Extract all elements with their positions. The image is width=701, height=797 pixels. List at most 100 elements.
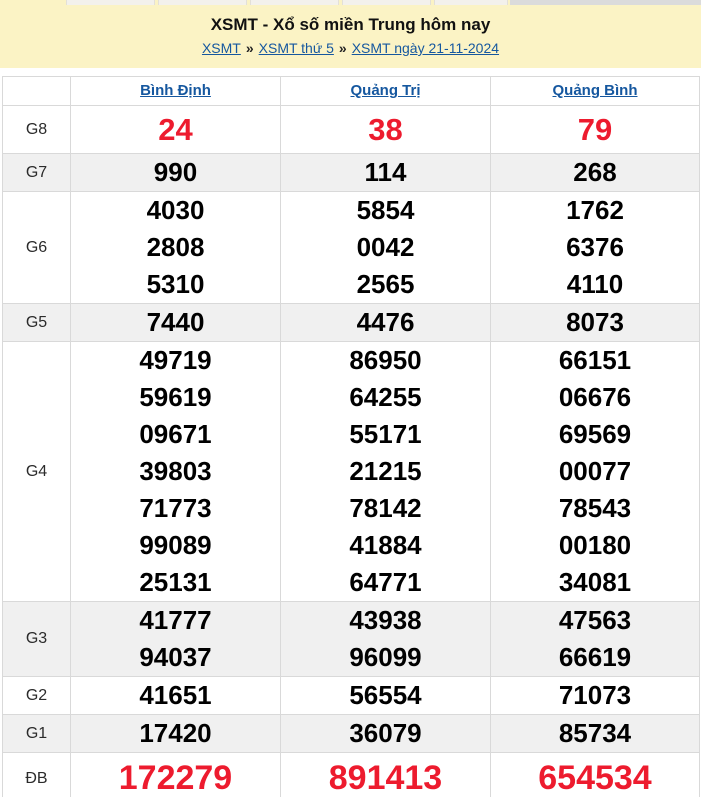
- prize-number: 64771: [281, 564, 490, 601]
- prize-label: G3: [3, 602, 71, 677]
- breadcrumb-link-xsmt[interactable]: XSMT: [202, 40, 241, 56]
- prize-cell: 172279: [71, 753, 281, 797]
- tab-sliver: [158, 0, 247, 5]
- prize-cell: 268: [491, 154, 700, 192]
- province-link[interactable]: Quảng Trị: [350, 82, 420, 99]
- prize-number: 00180: [491, 527, 699, 564]
- prize-number: 7440: [71, 304, 280, 341]
- prize-number: 2565: [281, 266, 490, 303]
- prize-number: 41651: [71, 677, 280, 714]
- prize-row-ĐB: ĐB172279891413654534: [3, 753, 700, 797]
- prize-cell: 891413: [281, 753, 491, 797]
- tab-sliver: [66, 0, 155, 5]
- tab-sliver: [342, 0, 431, 5]
- breadcrumb-link-xsmt-date[interactable]: XSMT ngày 21-11-2024: [352, 40, 499, 56]
- prize-cell: 403028085310: [71, 192, 281, 304]
- prize-cell: 66151066766956900077785430018034081: [491, 342, 700, 602]
- tab-sliver: [250, 0, 339, 5]
- prize-number: 268: [491, 154, 699, 191]
- prize-cell: 4476: [281, 304, 491, 342]
- top-tabs-strip: [0, 0, 701, 5]
- prize-row-G7: G7990114268: [3, 154, 700, 192]
- prize-number: 114: [281, 154, 490, 191]
- prize-cell: 654534: [491, 753, 700, 797]
- prize-number: 4030: [71, 192, 280, 229]
- prize-number: 96099: [281, 639, 490, 676]
- results-table: Bình ĐịnhQuảng TrịQuảng Bình G8243879G79…: [2, 76, 700, 797]
- prize-row-G2: G2416515655471073: [3, 677, 700, 715]
- prize-number: 24: [71, 106, 280, 153]
- prize-number: 66619: [491, 639, 699, 676]
- prize-cell: 79: [491, 106, 700, 154]
- prize-cell: 990: [71, 154, 281, 192]
- prize-cell: 38: [281, 106, 491, 154]
- prize-number: 85734: [491, 715, 699, 752]
- prize-number: 06676: [491, 379, 699, 416]
- prize-number: 1762: [491, 192, 699, 229]
- page-header: XSMT - Xổ số miền Trung hôm nay XSMT » XSM…: [0, 5, 701, 68]
- tab-sliver: [434, 0, 508, 5]
- breadcrumb-link-xsmt-thu-5[interactable]: XSMT thứ 5: [259, 40, 334, 56]
- breadcrumb-separator: »: [339, 40, 347, 56]
- prize-cell: 176263764110: [491, 192, 700, 304]
- prize-label: G2: [3, 677, 71, 715]
- prize-number: 0042: [281, 229, 490, 266]
- prize-number: 654534: [491, 753, 699, 797]
- prize-number: 55171: [281, 416, 490, 453]
- prize-cell: 36079: [281, 715, 491, 753]
- prize-number: 8073: [491, 304, 699, 341]
- prize-number: 49719: [71, 342, 280, 379]
- results-table-head: Bình Định Quảng Trị Quảng Bình: [3, 77, 700, 106]
- prize-number: 64255: [281, 379, 490, 416]
- prize-cell: 585400422565: [281, 192, 491, 304]
- province-header-cell: Quảng Bình: [491, 77, 700, 106]
- prize-row-G4: G449719596190967139803717739908925131869…: [3, 342, 700, 602]
- breadcrumb: XSMT»XSMT thứ 5»XSMT ngày 21-11-2024: [0, 39, 701, 57]
- prize-cell: 85734: [491, 715, 700, 753]
- prize-number: 69569: [491, 416, 699, 453]
- prize-label: G5: [3, 304, 71, 342]
- prize-cell: 24: [71, 106, 281, 154]
- tab-strip-end: [510, 0, 701, 5]
- prize-cell: 4177794037: [71, 602, 281, 677]
- prize-label: G4: [3, 342, 71, 602]
- prize-number: 5854: [281, 192, 490, 229]
- prize-cell: 41651: [71, 677, 281, 715]
- prize-number: 78142: [281, 490, 490, 527]
- corner-cell: [3, 77, 71, 106]
- prize-label: G6: [3, 192, 71, 304]
- prize-number: 71073: [491, 677, 699, 714]
- page-title: XSMT - Xổ số miền Trung hôm nay: [0, 14, 701, 36]
- prize-number: 4110: [491, 266, 699, 303]
- prize-number: 21215: [281, 453, 490, 490]
- prize-number: 41777: [71, 602, 280, 639]
- province-header-cell: Quảng Trị: [281, 77, 491, 106]
- prize-number: 09671: [71, 416, 280, 453]
- prize-number: 59619: [71, 379, 280, 416]
- prize-cell: 86950642555517121215781424188464771: [281, 342, 491, 602]
- prize-number: 00077: [491, 453, 699, 490]
- prize-number: 891413: [281, 753, 490, 797]
- province-link[interactable]: Quảng Bình: [553, 82, 638, 99]
- prize-number: 78543: [491, 490, 699, 527]
- prize-number: 39803: [71, 453, 280, 490]
- prize-number: 41884: [281, 527, 490, 564]
- prize-number: 66151: [491, 342, 699, 379]
- prize-number: 990: [71, 154, 280, 191]
- prize-cell: 17420: [71, 715, 281, 753]
- prize-cell: 49719596190967139803717739908925131: [71, 342, 281, 602]
- prize-number: 79: [491, 106, 699, 153]
- prize-row-G8: G8243879: [3, 106, 700, 154]
- prize-row-G1: G1174203607985734: [3, 715, 700, 753]
- prize-row-G6: G6403028085310585400422565176263764110: [3, 192, 700, 304]
- prize-number: 17420: [71, 715, 280, 752]
- prize-label: G7: [3, 154, 71, 192]
- prize-cell: 8073: [491, 304, 700, 342]
- prize-row-G3: G3417779403743938960994756366619: [3, 602, 700, 677]
- prize-number: 25131: [71, 564, 280, 601]
- prize-cell: 56554: [281, 677, 491, 715]
- prize-number: 43938: [281, 602, 490, 639]
- prize-cell: 71073: [491, 677, 700, 715]
- prize-number: 34081: [491, 564, 699, 601]
- province-link[interactable]: Bình Định: [140, 82, 211, 99]
